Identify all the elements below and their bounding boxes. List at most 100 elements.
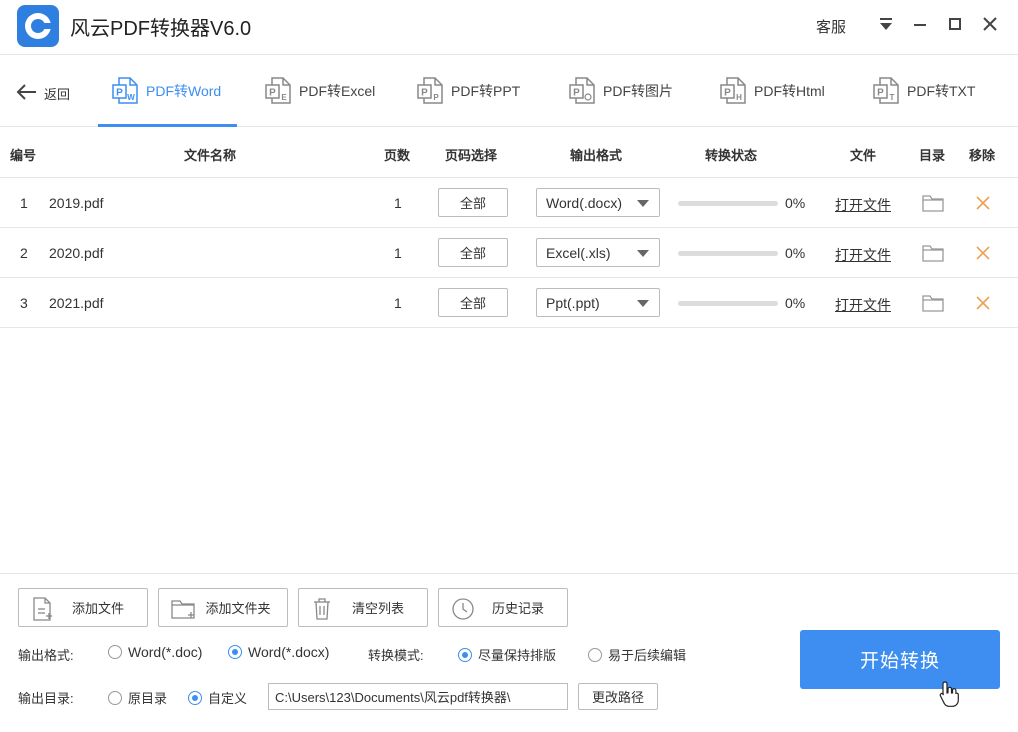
header-page-select: 页码选择 [445, 148, 498, 163]
tab-label: PDF转Word [146, 83, 222, 99]
title-bar: 风云PDF转换器V6.0 客服 [0, 0, 1018, 55]
tab-label: PDF转图片 [603, 83, 673, 99]
add-file-button[interactable]: 添加文件 [18, 588, 148, 627]
radio-mode-keep-layout[interactable]: 尽量保持排版 [458, 645, 556, 664]
pdf-to-word-icon: PW [112, 77, 138, 104]
radio-dot [108, 690, 122, 705]
svg-text:P: P [877, 88, 884, 99]
tab-pdf-to-txt[interactable]: PT PDF转TXT [873, 56, 975, 126]
svg-text:H: H [736, 93, 742, 102]
remove-x-icon[interactable] [975, 295, 991, 311]
minimize-icon[interactable] [908, 12, 932, 36]
row-pages: 1 [394, 245, 402, 261]
close-icon[interactable] [978, 12, 1002, 36]
header-index: 编号 [10, 148, 37, 163]
tab-pdf-to-image[interactable]: P PDF转图片 [569, 56, 673, 126]
output-format-select[interactable]: Ppt(.ppt) [536, 288, 660, 317]
add-folder-button[interactable]: 添加文件夹 [158, 588, 288, 627]
back-button[interactable]: 返回 [16, 80, 70, 104]
chevron-down-icon [637, 300, 649, 307]
row-filename: 2021.pdf [49, 295, 104, 311]
tab-pdf-to-ppt[interactable]: PP PDF转PPT [417, 56, 520, 126]
header-dir: 目录 [919, 148, 946, 163]
conversion-tabs-bar: 返回 PW PDF转Word PE PDF转Excel PP PDF转PPT P… [0, 56, 1018, 127]
table-row: 1 2019.pdf 1 全部 Word(.docx) 0% 打开文件 [0, 178, 1018, 228]
svg-text:P: P [573, 88, 580, 99]
svg-text:P: P [269, 88, 276, 99]
svg-text:P: P [433, 93, 439, 102]
output-format-value: Ppt(.ppt) [546, 294, 600, 311]
radio-label: 尽量保持排版 [478, 648, 557, 663]
history-label: 历史记录 [491, 601, 544, 616]
svg-text:T: T [890, 93, 895, 102]
radio-label: 易于后续编辑 [608, 648, 687, 663]
svg-text:P: P [421, 88, 428, 99]
radio-format-docx[interactable]: Word(*.docx) [228, 644, 329, 660]
page-select-button[interactable]: 全部 [438, 238, 508, 267]
remove-x-icon[interactable] [975, 195, 991, 211]
svg-text:P: P [116, 88, 123, 99]
folder-icon[interactable] [922, 294, 944, 312]
conversion-progress-bar [678, 201, 778, 206]
open-file-link[interactable]: 打开文件 [835, 245, 891, 265]
radio-dot [228, 645, 242, 659]
open-file-link[interactable]: 打开文件 [835, 295, 891, 315]
pdf-to-image-icon: P [569, 77, 595, 104]
folder-icon[interactable] [922, 244, 944, 262]
start-convert-button[interactable]: 开始转换 [800, 630, 1000, 689]
svg-text:W: W [127, 93, 135, 102]
header-status: 转换状态 [705, 148, 758, 163]
conversion-mode-label: 转换模式: [368, 648, 424, 663]
row-index: 2 [20, 245, 28, 261]
page-select-button[interactable]: 全部 [438, 188, 508, 217]
radio-dir-original[interactable]: 原目录 [108, 688, 167, 707]
change-path-button[interactable]: 更改路径 [578, 683, 658, 710]
clear-list-button[interactable]: 清空列表 [298, 588, 428, 627]
back-label: 返回 [44, 86, 71, 102]
row-pages: 1 [394, 195, 402, 211]
row-index: 1 [20, 195, 28, 211]
app-logo-icon [17, 5, 59, 47]
output-format-label: 输出格式: [18, 648, 74, 663]
file-table-header: 编号 文件名称 页数 页码选择 输出格式 转换状态 文件 目录 移除 [0, 128, 1018, 178]
tab-label: PDF转TXT [907, 83, 976, 99]
row-pages: 1 [394, 295, 402, 311]
open-file-link[interactable]: 打开文件 [835, 195, 891, 215]
app-title: 风云PDF转换器V6.0 [70, 18, 252, 40]
clear-list-label: 清空列表 [351, 601, 404, 616]
header-pages: 页数 [384, 148, 411, 163]
radio-dot [588, 647, 602, 662]
history-button[interactable]: 历史记录 [438, 588, 568, 627]
header-filename: 文件名称 [184, 148, 237, 163]
maximize-icon[interactable] [943, 12, 967, 36]
output-path-input[interactable] [268, 683, 568, 710]
add-folder-label: 添加文件夹 [205, 601, 271, 616]
radio-mode-editable[interactable]: 易于后续编辑 [588, 645, 686, 664]
radio-dir-custom[interactable]: 自定义 [188, 688, 247, 707]
radio-format-doc[interactable]: Word(*.doc) [108, 644, 202, 660]
pdf-to-txt-icon: PT [873, 77, 899, 104]
progress-percent: 0% [785, 295, 806, 311]
remove-x-icon[interactable] [975, 245, 991, 261]
tab-pdf-to-excel[interactable]: PE PDF转Excel [265, 56, 375, 126]
conversion-progress-bar [678, 251, 778, 256]
folder-icon[interactable] [922, 194, 944, 212]
svg-text:P: P [724, 88, 731, 99]
output-dir-label: 输出目录: [18, 691, 74, 706]
output-format-select[interactable]: Excel(.xls) [536, 238, 660, 267]
table-row: 2 2020.pdf 1 全部 Excel(.xls) 0% 打开文件 [0, 228, 1018, 278]
bottom-panel: 添加文件 添加文件夹 清空列表 历史记录 输出格式: Word(*.doc) W… [0, 573, 1018, 732]
tab-label: PDF转Html [754, 83, 825, 99]
header-file: 文件 [850, 148, 877, 163]
pdf-to-excel-icon: PE [265, 77, 291, 104]
tab-pdf-to-word[interactable]: PW PDF转Word [97, 56, 238, 127]
output-format-select[interactable]: Word(.docx) [536, 188, 660, 217]
chevron-down-icon [637, 200, 649, 207]
tab-pdf-to-html[interactable]: PH PDF转Html [720, 56, 825, 126]
progress-percent: 0% [785, 245, 806, 261]
customer-service-link[interactable]: 客服 [816, 16, 846, 37]
pdf-to-ppt-icon: PP [417, 77, 443, 104]
menu-dropdown-icon[interactable] [874, 12, 898, 36]
chevron-down-icon [637, 250, 649, 257]
page-select-button[interactable]: 全部 [438, 288, 508, 317]
